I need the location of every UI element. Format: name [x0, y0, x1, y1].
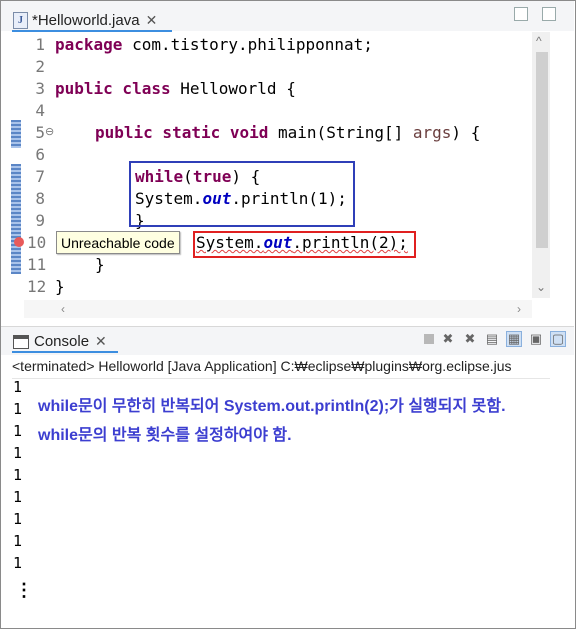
code-line-3: public class Helloworld {: [55, 79, 296, 98]
code-text: ) {: [451, 123, 481, 142]
pin-console-icon[interactable]: ▢: [550, 331, 566, 347]
scroll-down-icon[interactable]: ⌄: [536, 280, 546, 294]
keyword: public static void: [95, 123, 269, 142]
divider: [12, 378, 550, 379]
vertical-scroll-thumb[interactable]: [536, 52, 548, 248]
line-number: 10: [27, 233, 47, 252]
line-number: 1: [35, 35, 45, 54]
line-number: 8: [35, 189, 45, 208]
horizontal-scrollbar[interactable]: [24, 300, 532, 318]
code-line-5: public static void main(String[] args) {: [95, 123, 480, 142]
maximize-button[interactable]: [542, 7, 556, 21]
while-loop-highlight-box: [129, 161, 355, 227]
line-number: 12: [27, 277, 47, 296]
code-text: Helloworld {: [170, 79, 296, 98]
code-line-1: package com.tistory.philipponnat;: [55, 35, 373, 54]
scroll-lock-icon[interactable]: ▦: [506, 331, 522, 347]
code-text: com.tistory.philipponnat;: [122, 35, 373, 54]
error-marker-icon[interactable]: [14, 237, 24, 247]
code-line-12: }: [55, 277, 65, 296]
console-output-line: 1: [13, 400, 23, 418]
close-icon[interactable]: ✕: [146, 12, 158, 29]
remove-all-terminated-icon[interactable]: ✖: [462, 331, 478, 347]
clear-console-icon[interactable]: ▤: [484, 331, 500, 347]
editor-tab-bar: J *Helloworld.java ✕: [1, 1, 574, 31]
active-tab-indicator: [12, 351, 118, 353]
line-number: 11: [27, 255, 47, 274]
scroll-left-icon[interactable]: ‹: [61, 302, 65, 316]
console-toolbar: ✖ ✖ ▤ ▦ ▣ ▢: [424, 331, 566, 347]
fold-collapse-icon[interactable]: ⊖: [45, 125, 54, 138]
line-number: 3: [35, 79, 45, 98]
terminate-icon[interactable]: [424, 334, 434, 344]
console-tab[interactable]: Console ✕: [13, 333, 107, 350]
change-ruler: [11, 32, 24, 300]
console-output-line: 1: [13, 444, 23, 462]
code-text: main(String[]: [268, 123, 413, 142]
keyword: package: [55, 35, 123, 54]
error-tooltip: Unreachable code: [56, 231, 180, 254]
change-marker: [11, 164, 21, 274]
annotation-note-line-1: while문이 무한히 반복되어 System.out.println(2);가…: [38, 398, 506, 415]
window-controls: [514, 7, 556, 21]
change-marker: [11, 120, 21, 148]
unreachable-line-highlight-box: [193, 231, 416, 258]
editor-tab-helloworld[interactable]: J *Helloworld.java ✕: [13, 8, 157, 32]
console-output-line: 1: [13, 510, 23, 528]
console-icon: [13, 334, 29, 349]
word-wrap-icon[interactable]: ▣: [528, 331, 544, 347]
console-status-line: <terminated> Helloworld [Java Applicatio…: [12, 358, 512, 374]
parameter: args: [412, 123, 452, 142]
annotation-note-line-2: while문의 반복 횟수를 설정하여야 함.: [38, 427, 292, 444]
console-output-line: 1: [13, 378, 23, 396]
keyword: public class: [55, 79, 171, 98]
scroll-up-icon[interactable]: ^: [536, 34, 542, 48]
console-output-line: 1: [13, 554, 23, 572]
line-number: 9: [35, 211, 45, 230]
line-number: 7: [35, 167, 45, 186]
ellipsis-icon: ⋮: [15, 580, 33, 600]
minimize-button[interactable]: [514, 7, 528, 21]
close-icon[interactable]: ✕: [95, 333, 107, 350]
java-file-icon: J: [13, 11, 28, 29]
console-output-line: 1: [13, 532, 23, 550]
editor-tab-label: *Helloworld.java: [32, 11, 140, 29]
line-number: 6: [35, 145, 45, 164]
line-number: 2: [35, 57, 45, 76]
scroll-right-icon[interactable]: ›: [517, 302, 521, 316]
code-line-11: }: [95, 255, 105, 274]
console-output-line: 1: [13, 488, 23, 506]
line-number: 4: [35, 101, 45, 120]
line-number: 5: [35, 123, 45, 142]
console-output-line: 1: [13, 422, 23, 440]
console-output-line: 1: [13, 466, 23, 484]
remove-launch-icon[interactable]: ✖: [440, 331, 456, 347]
console-tab-label: Console: [34, 333, 90, 350]
